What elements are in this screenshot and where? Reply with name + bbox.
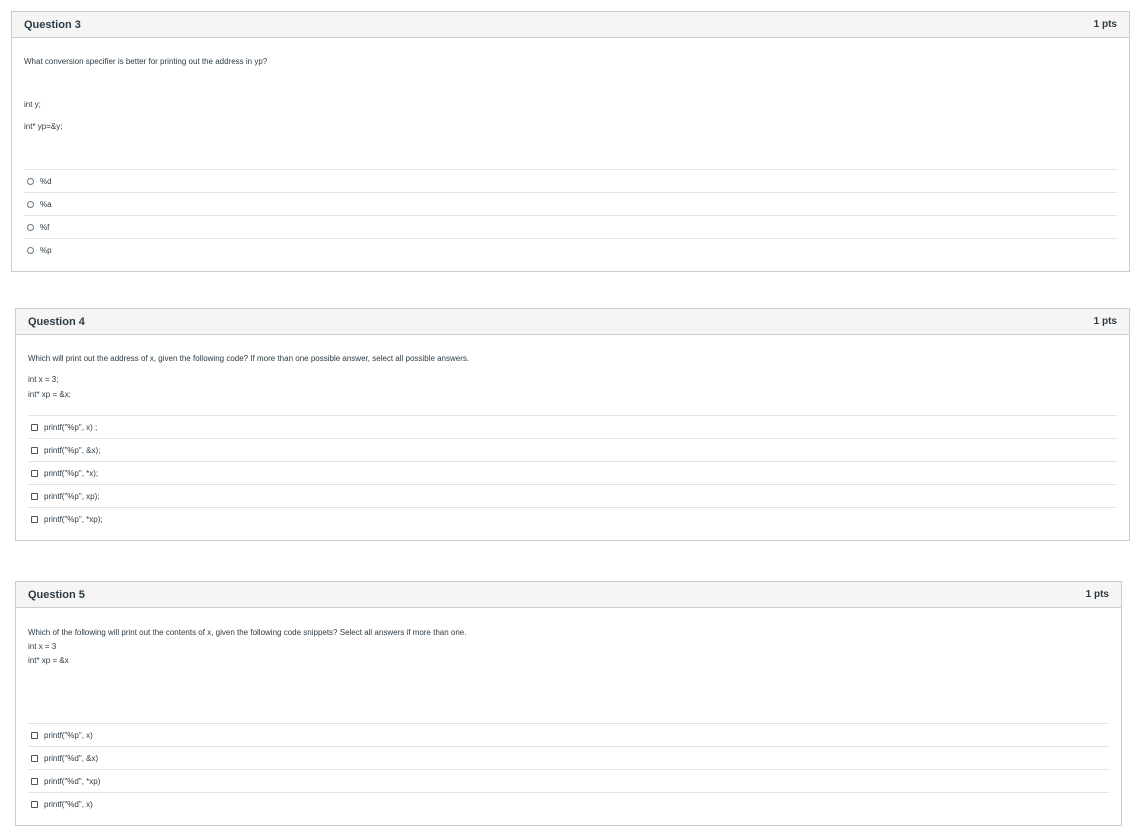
- question-header: Question 3 1 pts: [12, 12, 1129, 38]
- answer-option[interactable]: printf("%p", *x);: [28, 461, 1117, 484]
- answer-list: printf("%p", x) printf("%d", &x) printf(…: [28, 723, 1109, 815]
- answer-option[interactable]: printf("%d", &x): [28, 746, 1109, 769]
- radio-button[interactable]: [27, 177, 34, 185]
- answer-option[interactable]: printf("%p", x) ;: [28, 415, 1117, 438]
- checkbox[interactable]: [31, 800, 38, 808]
- answer-option[interactable]: printf("%d", *xp): [28, 769, 1109, 792]
- answer-option[interactable]: printf("%d", x): [28, 792, 1109, 815]
- checkbox[interactable]: [31, 754, 38, 762]
- question-card: Question 5 1 pts Which of the following …: [15, 581, 1122, 826]
- checkbox[interactable]: [31, 423, 38, 431]
- answer-label: printf("%p", &x);: [44, 445, 101, 455]
- code-line: int x = 3;: [28, 375, 59, 384]
- checkbox[interactable]: [31, 492, 38, 500]
- answer-option[interactable]: printf("%p", xp);: [28, 484, 1117, 507]
- code-line: int y;: [24, 100, 41, 109]
- answer-option[interactable]: printf("%p", &x);: [28, 438, 1117, 461]
- checkbox[interactable]: [31, 446, 38, 454]
- answer-label: printf("%p", xp);: [44, 491, 100, 501]
- answer-option[interactable]: %d: [24, 169, 1117, 192]
- answer-label: printf("%p", x): [44, 730, 93, 740]
- answer-label: %f: [40, 222, 50, 232]
- code-line: int* xp = &x: [28, 656, 69, 665]
- answer-label: %d: [40, 176, 52, 186]
- question-title: Question 5: [28, 588, 85, 601]
- question-prompt: Which of the following will print out th…: [28, 628, 467, 637]
- code-line: int x = 3: [28, 642, 57, 651]
- code-line: int* yp=&y;: [24, 122, 63, 131]
- question-title: Question 4: [28, 315, 85, 328]
- checkbox[interactable]: [31, 777, 38, 785]
- question-prompt: Which will print out the address of x, g…: [28, 354, 470, 363]
- answer-label: printf("%d", &x): [44, 753, 99, 763]
- question-points: 1 pts: [1085, 589, 1109, 600]
- checkbox[interactable]: [31, 515, 38, 523]
- answer-label: printf("%p", *xp);: [44, 514, 103, 524]
- answer-label: %a: [40, 199, 52, 209]
- question-header: Question 5 1 pts: [16, 582, 1121, 608]
- radio-button[interactable]: [27, 246, 34, 254]
- answer-label: printf("%d", *xp): [44, 776, 101, 786]
- radio-button[interactable]: [27, 200, 34, 208]
- answer-option[interactable]: %p: [24, 238, 1117, 261]
- question-card: Question 4 1 pts Which will print out th…: [15, 308, 1130, 541]
- answer-option[interactable]: printf("%p", *xp);: [28, 507, 1117, 530]
- answer-list: printf("%p", x) ; printf("%p", &x); prin…: [28, 415, 1117, 530]
- answer-list: %d %a %f %p: [24, 169, 1117, 261]
- question-prompt: What conversion specifier is better for …: [24, 57, 268, 66]
- question-points: 1 pts: [1093, 19, 1117, 30]
- code-line: int* xp = &x;: [28, 390, 71, 399]
- checkbox[interactable]: [31, 731, 38, 739]
- answer-label: printf("%p", *x);: [44, 468, 99, 478]
- checkbox[interactable]: [31, 469, 38, 477]
- question-title: Question 3: [24, 18, 81, 31]
- answer-option[interactable]: %f: [24, 215, 1117, 238]
- answer-option[interactable]: printf("%p", x): [28, 723, 1109, 746]
- answer-label: printf("%p", x) ;: [44, 422, 98, 432]
- question-points: 1 pts: [1093, 316, 1117, 327]
- answer-label: %p: [40, 245, 52, 255]
- radio-button[interactable]: [27, 223, 34, 231]
- answer-label: printf("%d", x): [44, 799, 93, 809]
- question-header: Question 4 1 pts: [16, 309, 1129, 335]
- question-card: Question 3 1 pts What conversion specifi…: [11, 11, 1130, 272]
- answer-option[interactable]: %a: [24, 192, 1117, 215]
